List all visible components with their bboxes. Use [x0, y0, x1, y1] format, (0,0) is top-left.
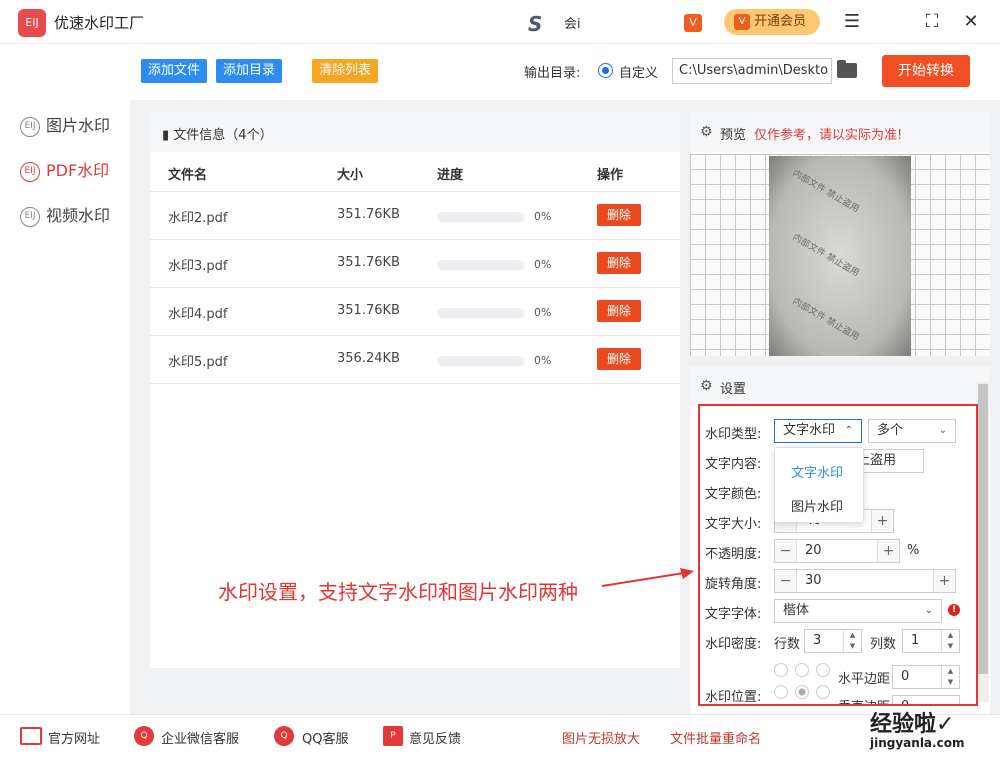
app-title: 优速水印工厂	[54, 14, 145, 32]
qq-icon: Q	[274, 726, 294, 746]
site-watermark-logo: 经验啦✓	[870, 712, 955, 737]
batch-rename-link[interactable]: 文件批量重命名	[670, 728, 761, 747]
column-filename: 文件名	[168, 168, 208, 183]
settings-label: 设置	[720, 382, 747, 397]
progress-percent: 0%	[534, 306, 552, 319]
add-directory-button[interactable]: 添加目录	[216, 59, 283, 83]
custom-radio-label[interactable]: 自定义	[619, 62, 658, 81]
sidebar-item-label: 视频水印	[46, 206, 111, 225]
qq-service-link[interactable]: QQ客服	[302, 728, 348, 747]
feedback-link[interactable]: 意见反馈	[409, 728, 461, 747]
site-watermark-url: jingyanla.com	[870, 736, 965, 750]
scrollbar-thumb[interactable]	[978, 384, 988, 674]
feedback-icon: P	[383, 726, 403, 746]
divider	[150, 239, 680, 240]
close-icon[interactable]: ✕	[959, 10, 983, 34]
preview-document: 内部文件 禁止盗用 内部文件 禁止盗用 内部文件 禁止盗用	[769, 156, 911, 356]
dropdown-option-text[interactable]: 文字水印	[791, 462, 843, 481]
divider	[150, 383, 680, 384]
delete-button[interactable]: 删除	[597, 204, 641, 226]
watermark-icon: EIJ	[20, 116, 40, 137]
vip-badge-icon[interactable]: V	[684, 14, 702, 32]
add-file-button[interactable]: 添加文件	[141, 59, 208, 83]
wechat-service-link[interactable]: 企业微信客服	[161, 728, 239, 747]
file-info-title: ▮ 文件信息（4个）	[162, 124, 273, 143]
column-progress: 进度	[437, 168, 464, 183]
preview-watermark-text: 内部文件 禁止盗用	[790, 168, 861, 215]
file-size: 351.76KB	[337, 303, 400, 318]
preview-label: 预览	[720, 128, 747, 143]
watermark-icon: EIJ	[20, 206, 40, 227]
app-logo-icon: EIJ	[18, 9, 46, 37]
delete-button[interactable]: 删除	[597, 252, 641, 274]
file-size: 351.76KB	[337, 255, 400, 270]
preview-watermark-text: 内部文件 禁止盗用	[790, 232, 861, 279]
progress-bar	[437, 308, 525, 318]
file-size: 351.76KB	[337, 207, 400, 222]
file-name: 水印4.pdf	[168, 307, 228, 322]
preview-note: 仅作参考，请以实际为准!	[754, 128, 903, 143]
annotation-arrow-icon	[601, 568, 694, 587]
official-site-link[interactable]: 官方网址	[48, 728, 100, 747]
vip-button[interactable]: V 开通会员	[724, 9, 820, 35]
website-icon	[20, 727, 42, 745]
sidebar-item-label: 图片水印	[46, 116, 111, 135]
progress-bar	[437, 212, 525, 222]
fullscreen-icon[interactable]: ⛶	[920, 10, 944, 34]
preview-watermark-text: 内部文件 禁止盗用	[790, 296, 861, 343]
progress-bar	[437, 260, 525, 270]
watermark-type-dropdown: 文字水印 图片水印	[774, 447, 864, 523]
sidebar	[0, 44, 130, 714]
annotation-text: 水印设置，支持文字水印和图片水印两种	[218, 580, 578, 604]
vip-icon: V	[734, 14, 750, 30]
column-size: 大小	[337, 168, 364, 183]
progress-percent: 0%	[534, 210, 552, 223]
file-name: 水印5.pdf	[168, 355, 228, 370]
wechat-service-icon: Q	[134, 726, 154, 746]
delete-button[interactable]: 删除	[597, 348, 641, 370]
gear-icon: ⚙	[700, 124, 713, 140]
watermark-icon: EIJ	[20, 161, 40, 182]
file-info-text: 文件信息（4个）	[173, 128, 273, 143]
progress-percent: 0%	[534, 258, 552, 271]
vip-label: 开通会员	[754, 14, 807, 29]
clear-list-button[interactable]: 清除列表	[312, 59, 379, 83]
file-size: 356.24KB	[337, 351, 400, 366]
output-dir-label: 输出目录:	[524, 66, 581, 81]
progress-percent: 0%	[534, 354, 552, 367]
output-path-input[interactable]: C:\Users\admin\Deskto	[672, 58, 832, 84]
delete-button[interactable]: 删除	[597, 300, 641, 322]
gear-icon: ⚙	[700, 378, 713, 394]
image-upscale-link[interactable]: 图片无损放大	[562, 728, 640, 747]
divider	[150, 335, 680, 336]
custom-radio[interactable]	[598, 63, 613, 78]
sidebar-item-image-watermark[interactable]: EIJ 图片水印	[20, 114, 110, 138]
start-convert-button[interactable]: 开始转换	[882, 55, 970, 87]
folder-icon[interactable]	[837, 60, 857, 78]
file-icon: ▮	[162, 128, 170, 143]
file-name: 水印3.pdf	[168, 259, 228, 274]
user-name[interactable]: 会i	[564, 13, 581, 32]
sidebar-item-video-watermark[interactable]: EIJ 视频水印	[20, 204, 110, 228]
column-action: 操作	[597, 168, 624, 183]
sidebar-item-pdf-watermark[interactable]: EIJ PDF水印	[20, 159, 109, 183]
menu-icon[interactable]: ☰	[840, 10, 864, 34]
progress-bar	[437, 356, 525, 366]
dropdown-option-image[interactable]: 图片水印	[791, 496, 843, 515]
sidebar-item-label: PDF水印	[46, 161, 110, 180]
divider	[150, 191, 680, 192]
divider	[150, 287, 680, 288]
user-logo-icon: S	[528, 12, 543, 36]
file-name: 水印2.pdf	[168, 211, 228, 226]
